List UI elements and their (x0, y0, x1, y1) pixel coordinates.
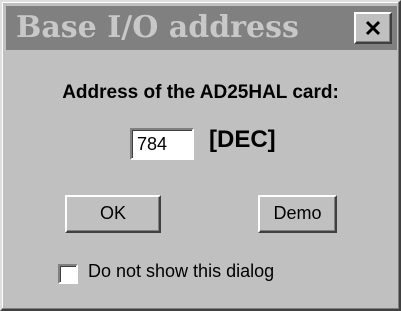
close-icon (365, 20, 381, 36)
base-io-address-dialog: Base I/O address Address of the AD25HAL … (0, 0, 401, 311)
address-input[interactable] (130, 128, 194, 160)
address-prompt-label: Address of the AD25HAL card: (62, 82, 339, 103)
ok-button[interactable]: OK (65, 195, 161, 233)
dialog-title: Base I/O address (16, 10, 299, 45)
demo-button[interactable]: Demo (258, 195, 337, 233)
unit-label: [DEC] (209, 126, 276, 153)
title-bar[interactable]: Base I/O address (6, 6, 397, 50)
dont-show-label[interactable]: Do not show this dialog (88, 261, 274, 282)
dont-show-checkbox[interactable] (58, 264, 78, 284)
close-button[interactable] (354, 12, 392, 44)
